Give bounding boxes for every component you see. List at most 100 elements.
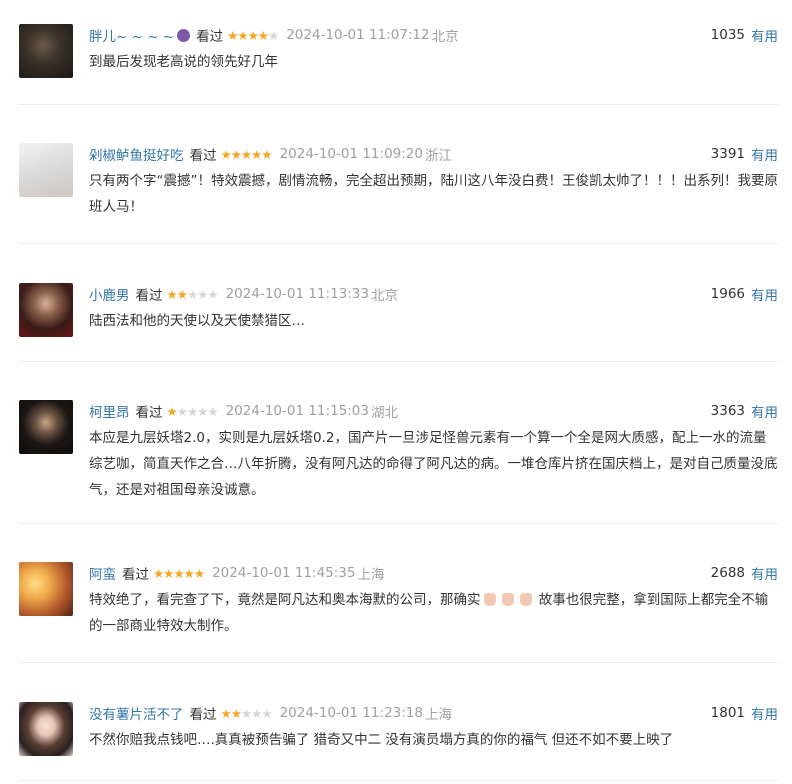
star-filled-icon: ★ xyxy=(237,27,248,43)
review-time: 2024-10-01 11:13:33 xyxy=(225,286,369,302)
review-time: 2024-10-01 11:15:03 xyxy=(225,403,369,419)
vote-count: 1801 xyxy=(710,705,745,721)
review-meta: 阿蛮 看过 ★★★★★ 2024-10-01 11:45:35 上海 xyxy=(89,562,384,584)
avatar[interactable] xyxy=(19,143,73,197)
star-filled-icon: ★ xyxy=(183,565,195,581)
star-filled-icon: ★ xyxy=(240,146,252,162)
star-filled-icon: ★ xyxy=(220,146,232,162)
review-item: 柯里昂 看过 ★★★★★ 2024-10-01 11:15:03 湖北 3363… xyxy=(0,400,792,523)
review-meta: 没有薯片活不了 看过 ★★★★★ 2024-10-01 11:23:18 上海 xyxy=(89,702,452,724)
rating-stars: ★★★★★ xyxy=(166,286,219,302)
useful-button[interactable]: 有用 xyxy=(751,284,778,304)
rating-stars: ★★★★★ xyxy=(153,565,205,581)
thumbs-up-icon xyxy=(501,593,514,606)
star-filled-icon: ★ xyxy=(257,27,269,43)
vote-count: 1035 xyxy=(710,27,745,43)
divider xyxy=(19,243,779,244)
review-location: 浙江 xyxy=(424,148,452,164)
vote-area: 3363 有用 xyxy=(711,400,778,422)
vote-count: 1966 xyxy=(710,286,745,302)
vote-area: 1801 有用 xyxy=(711,702,778,724)
watch-status: 看过 xyxy=(189,148,217,164)
review-meta: 剁椒鲈鱼挺好吃 看过 ★★★★★ 2024-10-01 11:09:20 浙江 xyxy=(89,143,452,165)
useful-button[interactable]: 有用 xyxy=(751,401,778,421)
review-location: 北京 xyxy=(370,288,398,304)
star-empty-icon: ★ xyxy=(251,705,262,721)
review-meta: 胖儿~ ~ ~ ~ 看过 ★★★★★ 2024-10-01 11:07:12 北… xyxy=(89,24,459,46)
star-filled-icon: ★ xyxy=(153,565,164,581)
review-time: 2024-10-01 11:23:18 xyxy=(279,705,423,721)
review-item: 剁椒鲈鱼挺好吃 看过 ★★★★★ 2024-10-01 11:09:20 浙江 … xyxy=(0,143,792,243)
star-filled-icon: ★ xyxy=(247,27,259,43)
username-link[interactable]: 小鹿男 xyxy=(89,284,130,304)
review-location: 湖北 xyxy=(370,405,398,421)
star-filled-icon: ★ xyxy=(230,705,242,721)
review-text: 特效绝了，看完查了下，竟然是阿凡达和奥本海默的公司，那确实 故事也很完整，拿到国… xyxy=(89,587,779,639)
username-link[interactable]: 胖儿~ ~ ~ ~ xyxy=(89,25,174,45)
star-empty-icon: ★ xyxy=(207,403,218,419)
star-filled-icon: ★ xyxy=(227,27,238,43)
star-empty-icon: ★ xyxy=(261,705,272,721)
useful-button[interactable]: 有用 xyxy=(751,25,778,45)
star-empty-icon: ★ xyxy=(268,27,279,43)
watch-status: 看过 xyxy=(122,567,149,583)
review-text: 到最后发现老高说的领先好几年 xyxy=(89,54,278,70)
review-meta: 柯里昂 看过 ★★★★★ 2024-10-01 11:15:03 湖北 xyxy=(89,400,398,422)
avatar[interactable] xyxy=(19,562,73,616)
star-filled-icon: ★ xyxy=(193,565,205,581)
review-text: 陆西法和他的天使以及天使禁猎区… xyxy=(89,313,305,329)
review-text: 只有两个字“震撼”！特效震撼，剧情流畅，完全超出预期，陆川这八年没白费！王俊凯太… xyxy=(89,173,778,215)
star-empty-icon: ★ xyxy=(176,403,188,419)
review-meta: 小鹿男 看过 ★★★★★ 2024-10-01 11:13:33 北京 xyxy=(89,283,398,305)
star-filled-icon: ★ xyxy=(230,146,242,162)
vote-area: 1966 有用 xyxy=(711,283,778,305)
avatar[interactable] xyxy=(19,702,73,756)
vote-count: 2688 xyxy=(710,565,745,581)
review-item: 没有薯片活不了 看过 ★★★★★ 2024-10-01 11:23:18 上海 … xyxy=(0,702,792,780)
divider xyxy=(19,662,779,663)
avatar[interactable] xyxy=(19,400,73,454)
avatar[interactable] xyxy=(19,24,73,78)
review-text-part: 特效绝了，看完查了下，竟然是阿凡达和奥本海默的公司，那确实 xyxy=(89,592,481,608)
watch-status: 看过 xyxy=(196,29,224,45)
star-filled-icon: ★ xyxy=(176,286,188,302)
star-filled-icon: ★ xyxy=(166,403,178,419)
star-empty-icon: ★ xyxy=(240,705,252,721)
review-text: 本应是九层妖塔2.0，实则是九层妖塔0.2，国产片一旦涉足怪兽元素有一个算一个全… xyxy=(89,430,778,498)
review-time: 2024-10-01 11:07:12 xyxy=(286,27,430,43)
user-badge-icon xyxy=(177,28,191,42)
username-link[interactable]: 剁椒鲈鱼挺好吃 xyxy=(89,144,184,164)
watch-status: 看过 xyxy=(189,707,217,723)
divider xyxy=(19,780,779,781)
star-filled-icon: ★ xyxy=(166,286,178,302)
divider xyxy=(19,361,779,362)
star-empty-icon: ★ xyxy=(197,286,208,302)
review-location: 北京 xyxy=(431,29,459,45)
vote-count: 3391 xyxy=(710,146,745,162)
review-time: 2024-10-01 11:45:35 xyxy=(212,565,356,581)
vote-area: 2688 有用 xyxy=(711,562,778,584)
review-item: 胖儿~ ~ ~ ~ 看过 ★★★★★ 2024-10-01 11:07:12 北… xyxy=(0,24,792,104)
star-filled-icon: ★ xyxy=(173,565,184,581)
star-empty-icon: ★ xyxy=(186,286,198,302)
review-location: 上海 xyxy=(357,567,385,583)
star-filled-icon: ★ xyxy=(163,565,174,581)
rating-stars: ★★★★★ xyxy=(221,705,273,721)
star-filled-icon: ★ xyxy=(251,146,262,162)
useful-button[interactable]: 有用 xyxy=(751,703,778,723)
username-link[interactable]: 没有薯片活不了 xyxy=(89,703,184,723)
divider xyxy=(19,104,779,105)
review-list: 胖儿~ ~ ~ ~ 看过 ★★★★★ 2024-10-01 11:07:12 北… xyxy=(0,0,792,784)
review-location: 上海 xyxy=(424,707,452,723)
star-empty-icon: ★ xyxy=(186,403,198,419)
useful-button[interactable]: 有用 xyxy=(751,144,778,164)
rating-stars: ★★★★★ xyxy=(166,403,219,419)
useful-button[interactable]: 有用 xyxy=(751,563,778,583)
vote-area: 1035 有用 xyxy=(711,24,778,46)
username-link[interactable]: 柯里昂 xyxy=(89,401,130,421)
thumbs-up-icon xyxy=(483,593,496,606)
rating-stars: ★★★★★ xyxy=(227,27,279,43)
username-link[interactable]: 阿蛮 xyxy=(89,563,116,583)
vote-count: 3363 xyxy=(710,403,745,419)
avatar[interactable] xyxy=(19,283,73,337)
